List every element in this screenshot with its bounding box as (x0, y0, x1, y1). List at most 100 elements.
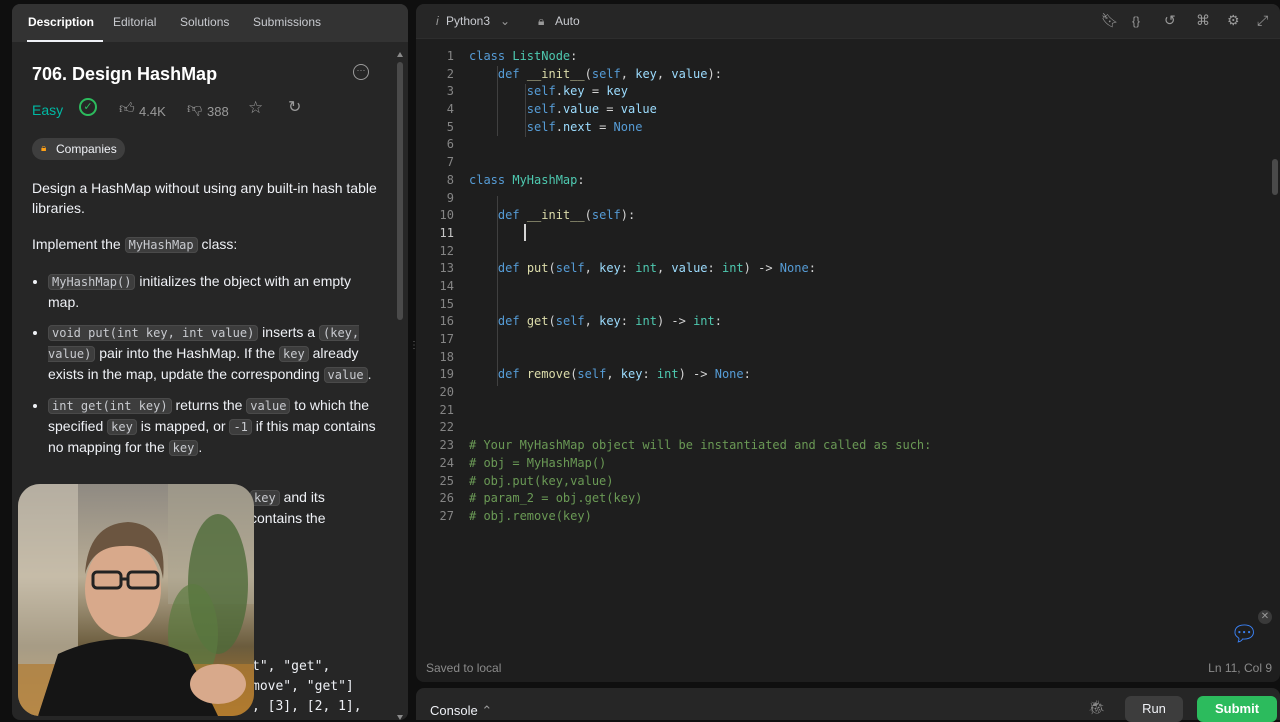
line-content: # Your MyHashMap object will be instanti… (469, 438, 932, 453)
chevron-down-icon[interactable]: ⌄ (500, 14, 510, 28)
description-scrollbar[interactable] (397, 52, 403, 720)
code-line[interactable]: 11 (416, 225, 1280, 243)
code-line[interactable]: 24 # obj = MyHashMap() (416, 455, 1280, 473)
more-options-icon[interactable]: ··· (353, 64, 369, 80)
code-line[interactable]: 23 # Your MyHashMap object will be instan… (416, 437, 1280, 455)
line-number: 26 (439, 491, 454, 506)
code-line[interactable]: 10 def __init__(self): (416, 207, 1280, 225)
line-content: self.next = None (526, 119, 643, 134)
method-desc: . (367, 366, 372, 382)
problem-meta: Easy ✓ 👍︎ 4.4K 👎︎ 388 ☆ ↻ (32, 98, 382, 120)
close-icon[interactable]: ✕ (1258, 610, 1272, 624)
code-line[interactable]: 3 self.key = key (416, 83, 1280, 101)
implement-paragraph: Implement the MyHashMap class: (32, 234, 382, 255)
line-number: 13 (439, 261, 454, 276)
tab-description[interactable]: Description (28, 15, 94, 29)
bookmark-icon[interactable]: 🔖︎ (1101, 12, 1119, 29)
shortcuts-icon[interactable]: ⌘ (1196, 12, 1210, 29)
code-line[interactable]: 1 class ListNode: (416, 48, 1280, 66)
line-number: 7 (446, 155, 454, 170)
thumbs-up-icon[interactable]: 👍︎ (119, 99, 135, 119)
code-line[interactable]: 19 def remove(self, key: int) -> None: (416, 366, 1280, 384)
example-input-1: t", "get", (252, 659, 331, 674)
chat-bubble-icon[interactable]: 💬︎ (1230, 620, 1258, 648)
code-line[interactable]: 20 (416, 384, 1280, 402)
line-content: # obj.remove(key) (469, 508, 592, 523)
inline-code: key (107, 419, 137, 435)
partial-desc: contains the (250, 510, 326, 526)
difficulty-badge: Easy (32, 102, 64, 118)
code-line[interactable]: 2 def __init__(self, key, value): (416, 66, 1280, 84)
partial-text-1: key and its (250, 489, 325, 506)
list-item: MyHashMap() initializes the object with … (48, 271, 382, 312)
method-code: MyHashMap() (48, 274, 136, 290)
line-number: 9 (446, 190, 454, 205)
debug-bug-icon[interactable]: 🐞︎ (1088, 699, 1106, 716)
dislikes-count: 388 (207, 104, 229, 119)
reset-icon[interactable]: ↺ (1164, 12, 1176, 29)
code-line[interactable]: 12 (416, 243, 1280, 261)
share-icon[interactable]: ↻ (288, 98, 301, 118)
problem-title: 706. Design HashMap (32, 64, 218, 84)
console-toggle[interactable]: Console ⌃ (430, 703, 492, 719)
code-line[interactable]: 15 (416, 296, 1280, 314)
code-line[interactable]: 17 (416, 331, 1280, 349)
indent-guide (497, 196, 498, 386)
editor-scrollbar[interactable] (1272, 159, 1278, 195)
method-desc: inserts a (258, 324, 319, 340)
code-line[interactable]: 18 (416, 349, 1280, 367)
console-label: Console (430, 703, 478, 718)
code-line[interactable]: 27 # obj.remove(key) (416, 508, 1280, 526)
method-desc: returns the (171, 397, 247, 413)
code-line[interactable]: 9 (416, 190, 1280, 208)
scroll-up-icon[interactable] (397, 52, 403, 57)
code-area[interactable]: 1 class ListNode: 2 def __init__(self, key… (416, 48, 1280, 526)
line-number: 17 (439, 332, 454, 346)
line-number: 4 (446, 102, 454, 117)
autocomplete-mode[interactable]: Auto (555, 14, 580, 28)
companies-tag[interactable]: 🔒︎ Companies (32, 138, 125, 160)
lock-icon: 🔒︎ (538, 14, 545, 28)
scroll-thumb[interactable] (397, 62, 403, 320)
example-input-2: move", "get"] (252, 679, 354, 694)
line-number: 5 (446, 119, 454, 134)
text-cursor (524, 224, 526, 241)
problem-description: 706. Design HashMap ··· Easy ✓ 👍︎ 4.4K 👎… (32, 60, 384, 456)
line-number: 22 (439, 420, 454, 435)
code-line[interactable]: 16 def get(self, key: int) -> int: (416, 313, 1280, 331)
star-icon[interactable]: ☆ (248, 98, 263, 118)
method-code: int get(int key) (48, 398, 172, 414)
line-number: 27 (439, 508, 454, 523)
code-line[interactable]: 14 (416, 278, 1280, 296)
scroll-down-icon[interactable] (397, 715, 403, 720)
code-line[interactable]: 26 # param_2 = obj.get(key) (416, 490, 1280, 508)
language-select[interactable]: Python3 (446, 14, 490, 28)
format-braces-icon[interactable]: {} (1132, 14, 1140, 28)
code-line[interactable]: 13 def put(self, key: int, value: int) -… (416, 260, 1280, 278)
inline-code: value (246, 398, 291, 414)
inline-code: key (279, 346, 309, 362)
code-line[interactable]: 21 (416, 402, 1280, 420)
settings-gear-icon[interactable]: ⚙ (1227, 12, 1240, 29)
tab-submissions[interactable]: Submissions (253, 15, 321, 29)
code-line[interactable]: 5 self.next = None (416, 119, 1280, 137)
fullscreen-icon[interactable]: ⤢ (1257, 12, 1268, 29)
companies-label: Companies (56, 142, 117, 156)
line-number: 20 (439, 385, 454, 400)
code-line[interactable]: 25 # obj.put(key,value) (416, 473, 1280, 491)
tab-editorial[interactable]: Editorial (113, 15, 156, 29)
code-line[interactable]: 22 (416, 419, 1280, 437)
code-line[interactable]: 8 class MyHashMap: (416, 172, 1280, 190)
code-line[interactable]: 4 self.value = value (416, 101, 1280, 119)
line-content: self.key = key (526, 84, 628, 99)
submit-button[interactable]: Submit (1197, 696, 1277, 722)
tab-solutions[interactable]: Solutions (180, 15, 229, 29)
implement-suffix: class: (197, 236, 238, 252)
line-number: 21 (439, 402, 454, 417)
code-line[interactable]: 7 (416, 154, 1280, 172)
line-content: # param_2 = obj.get(key) (469, 491, 643, 506)
run-button[interactable]: Run (1125, 696, 1183, 722)
code-line[interactable]: 6 (416, 136, 1280, 154)
thumbs-down-icon[interactable]: 👎︎ (187, 99, 202, 119)
line-number: 12 (439, 243, 454, 258)
